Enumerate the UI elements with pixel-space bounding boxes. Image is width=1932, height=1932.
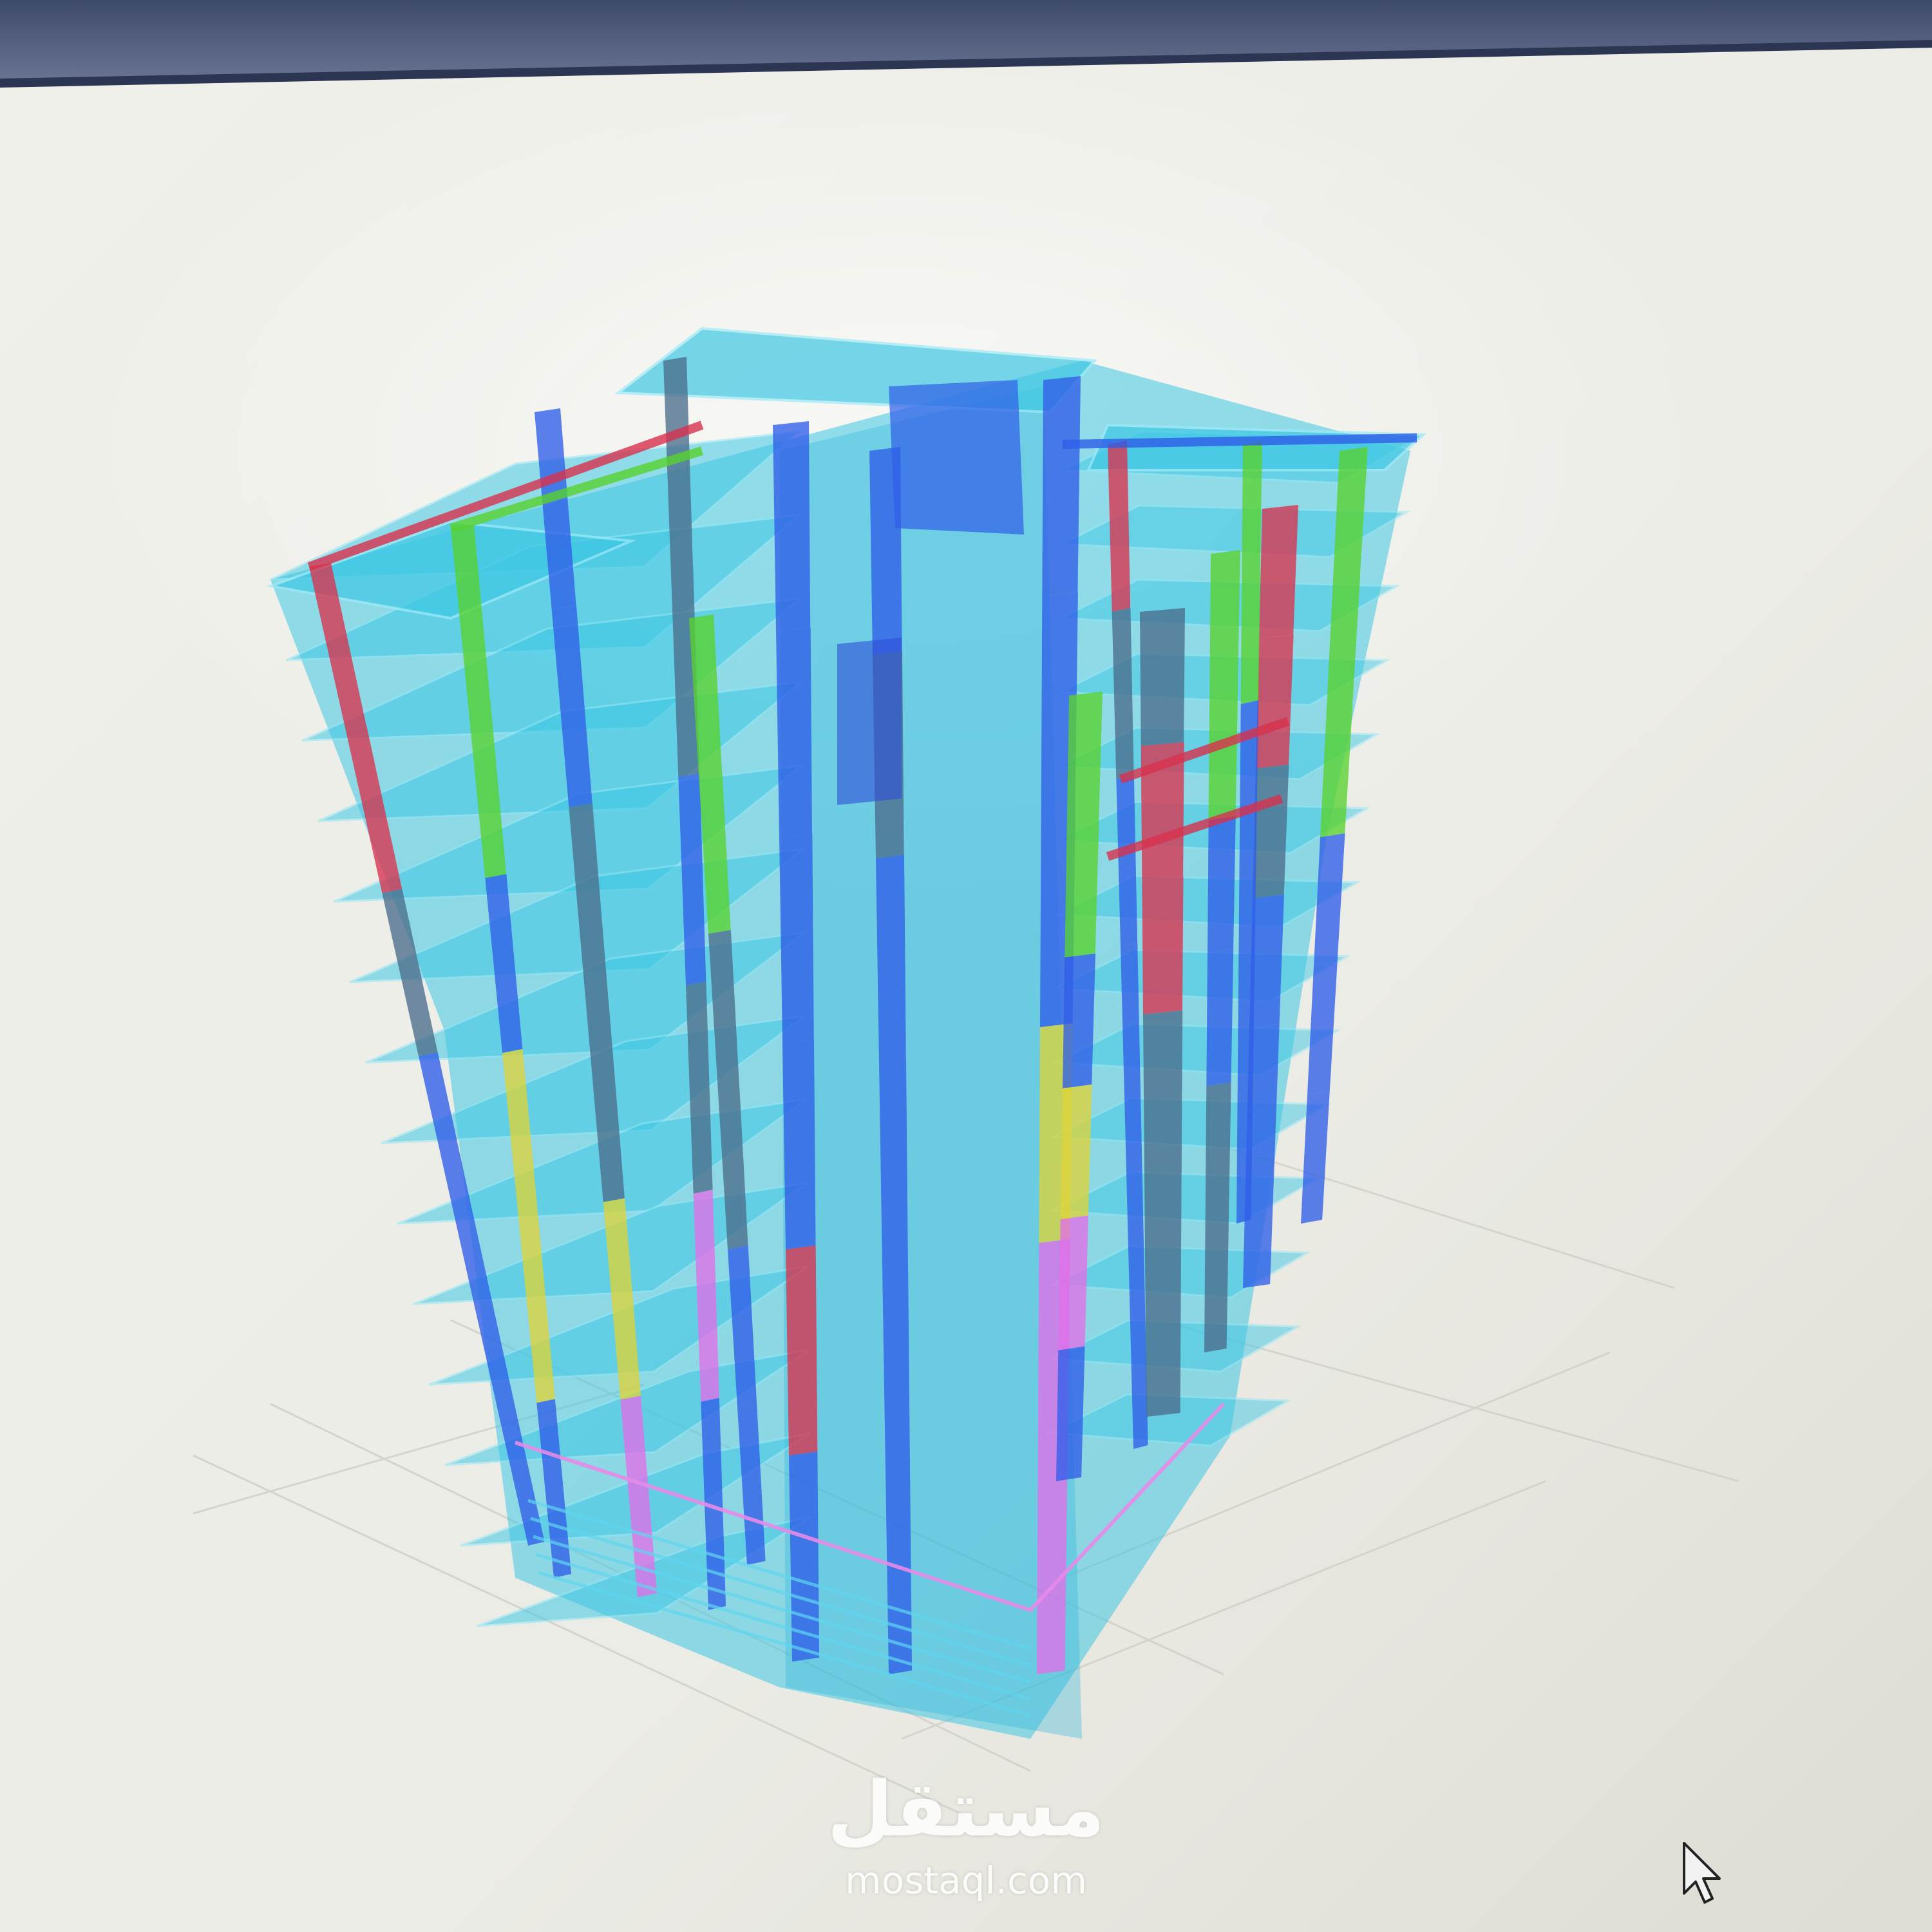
column-segment	[1209, 550, 1240, 687]
column-segment	[1256, 634, 1294, 769]
column-segment	[1208, 816, 1236, 953]
column-segment	[1042, 376, 1081, 596]
watermark-logo: مستقل	[827, 1765, 1105, 1853]
column-segment	[1058, 1215, 1088, 1350]
column-segment	[1063, 953, 1095, 1088]
column-segment	[1236, 1090, 1253, 1224]
column-segment	[1240, 570, 1261, 705]
column-segment	[779, 833, 814, 1043]
stair-core-block	[889, 380, 1024, 535]
screenshot-viewport	[0, 0, 1932, 1932]
column-segment	[1143, 1010, 1183, 1149]
column-segment	[1237, 960, 1255, 1094]
column-segment	[786, 1245, 818, 1455]
core-wall-block	[837, 638, 902, 805]
beam	[1062, 433, 1417, 449]
column-segment	[1144, 1144, 1182, 1283]
watermark-url: mostaql.com	[845, 1859, 1087, 1902]
column-segment	[1205, 1082, 1231, 1220]
column-segment	[1056, 1346, 1085, 1481]
column-segment	[1259, 505, 1298, 639]
column-segment	[1066, 692, 1103, 827]
column-segment	[1060, 1084, 1092, 1220]
column-segment	[776, 627, 812, 837]
column-segment	[1242, 440, 1262, 574]
column-segment	[1140, 608, 1185, 746]
column-segment	[882, 1262, 910, 1471]
column-segment	[1065, 822, 1099, 958]
column-segment	[879, 1059, 908, 1267]
building-core-shadow	[779, 386, 1082, 1739]
column-segment	[876, 855, 906, 1063]
column-segment	[782, 1039, 816, 1249]
column-segment	[1206, 949, 1234, 1086]
column-segment	[1204, 1215, 1229, 1352]
column-segment	[1145, 1278, 1181, 1417]
column-segment	[1142, 876, 1184, 1014]
column-segment	[773, 421, 811, 631]
column-segment	[1037, 1455, 1068, 1674]
column-segment	[1238, 830, 1257, 964]
column-segment	[1253, 764, 1289, 898]
